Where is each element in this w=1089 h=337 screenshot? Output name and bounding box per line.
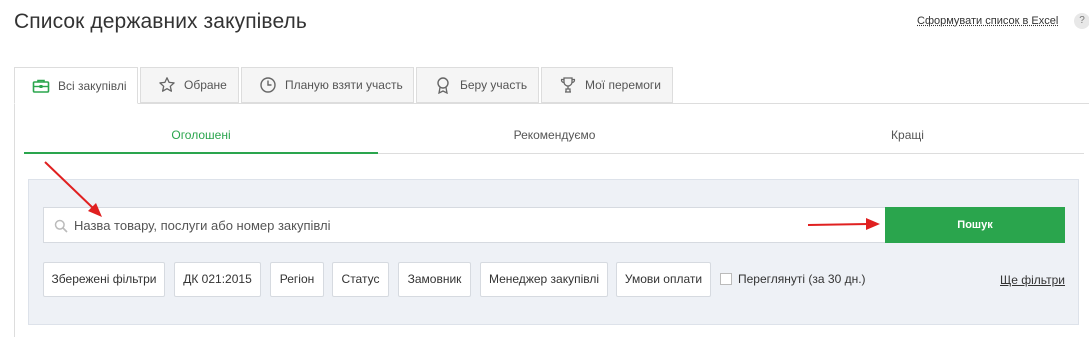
filter-dk-code[interactable]: ДК 021:2015 [174,262,261,297]
content-border [14,103,15,337]
tab-label: Беру участь [460,78,528,92]
tab-favorites[interactable]: Обране [140,67,239,103]
page-title: Список державних закупівель [14,10,307,33]
tab-planning-to-participate[interactable]: Планую взяти участь [241,67,414,103]
help-icon[interactable]: ? [1074,13,1089,29]
subtabs: Оголошені Рекомендуємо Кращі [24,117,1084,154]
search-box[interactable] [43,207,885,243]
subtab-recommended[interactable]: Рекомендуємо [378,117,731,153]
search-icon [54,219,68,238]
star-icon [158,76,176,94]
tab-participating[interactable]: Беру участь [416,67,539,103]
clock-icon [259,76,277,94]
search-button[interactable]: Пошук [885,207,1065,243]
main-tabs: Всі закупівлі Обране Планую взяти участь… [0,67,1089,104]
tab-label: Обране [184,78,227,92]
export-excel-link[interactable]: Сформувати список в Excel [917,15,1058,27]
briefcase-icon [32,77,50,95]
subtab-best[interactable]: Кращі [731,117,1084,153]
filter-region[interactable]: Регіон [270,262,324,297]
viewed-checkbox[interactable] [720,273,732,285]
badge-icon [434,76,452,94]
tab-label: Мої перемоги [585,78,661,92]
trophy-icon [559,76,577,94]
filter-procurement-manager[interactable]: Менеджер закупівлі [480,262,608,297]
tabs-divider [138,103,1089,104]
tab-label: Всі закупівлі [58,78,127,93]
subtab-announced[interactable]: Оголошені [24,117,378,154]
filter-panel [28,179,1079,325]
filter-payment-terms[interactable]: Умови оплати [616,262,711,297]
viewed-checkbox-label: Переглянуті (за 30 дн.) [738,272,866,286]
viewed-checkbox-wrap[interactable]: Переглянуті (за 30 дн.) [720,272,866,286]
tab-label: Планую взяти участь [285,78,403,92]
tab-all-procurements[interactable]: Всі закупівлі [14,67,138,104]
filter-saved-filters[interactable]: Збережені фільтри [43,262,165,297]
tab-my-wins[interactable]: Мої перемоги [541,67,673,103]
more-filters-link[interactable]: Ще фільтри [1000,273,1065,287]
filter-customer[interactable]: Замовник [398,262,471,297]
filter-status[interactable]: Статус [332,262,389,297]
search-input[interactable] [74,208,874,242]
